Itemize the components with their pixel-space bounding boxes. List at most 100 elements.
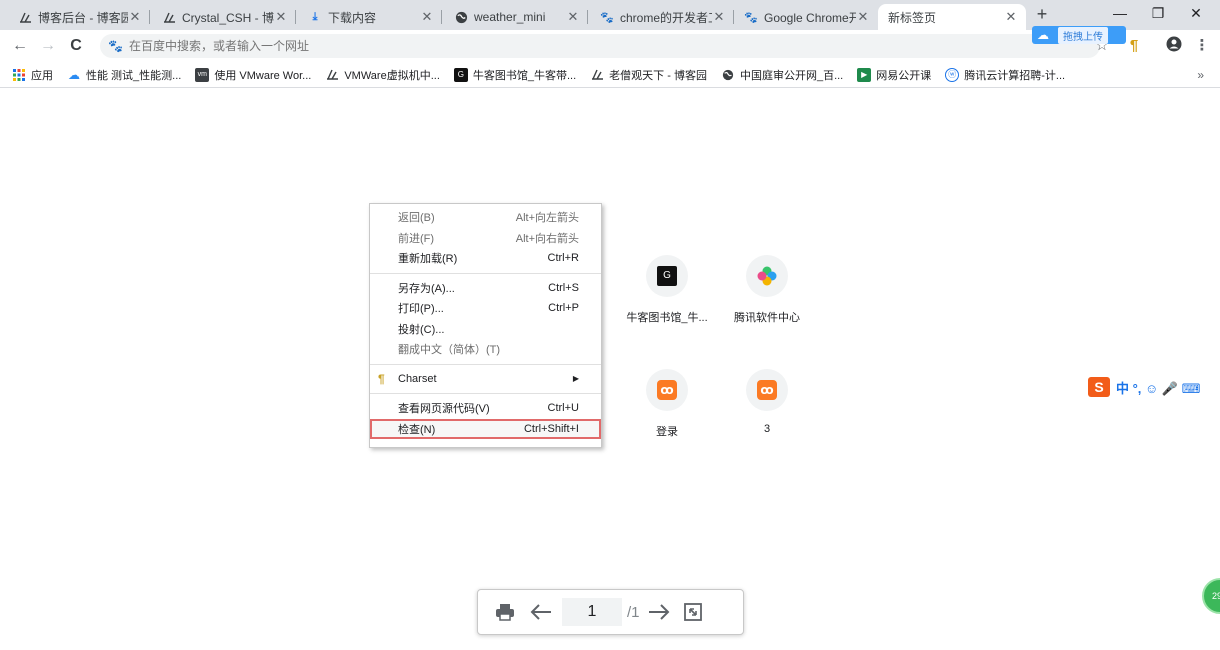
xampp-icon: ꝏ <box>646 369 688 411</box>
shortcut-tile-login[interactable]: ꝏ 登录 <box>622 369 712 439</box>
tab-crystal-csh[interactable]: Crystal_CSH - 博客 ✕ <box>152 4 296 30</box>
close-icon[interactable]: ✕ <box>856 9 870 25</box>
menu-item-shortcut: Ctrl+U <box>547 402 579 415</box>
close-icon[interactable]: ✕ <box>274 9 288 25</box>
cloud-icon: ☁ <box>68 67 80 82</box>
tab-divider <box>295 10 296 24</box>
sogou-logo-icon: S <box>1088 377 1110 397</box>
bookmark-label: 应用 <box>31 69 53 82</box>
menu-item-cast[interactable]: 投射(C)... <box>370 319 601 340</box>
menu-item-reload[interactable]: 重新加载(R) Ctrl+R <box>370 248 601 269</box>
bookmark-label: 网易公开课 <box>876 69 932 82</box>
close-icon[interactable]: ✕ <box>712 9 726 25</box>
bookmarks-bar: 应用 ☁ 性能 测试_性能测... vm 使用 VMware Wor... VM… <box>0 62 1220 88</box>
tencent-software-icon <box>746 255 788 297</box>
next-page-icon[interactable] <box>644 597 674 627</box>
bookmark-nowcoder[interactable]: G 牛客图书馆_牛客带... <box>453 67 577 83</box>
menu-item-shortcut: Alt+向右箭头 <box>515 232 579 245</box>
tab-google-chrome[interactable]: 🐾 Google Chrome开 ✕ <box>734 4 878 30</box>
more-menu-icon[interactable]: ⋮ <box>1192 36 1212 56</box>
previous-page-icon[interactable] <box>526 597 556 627</box>
bookmark-vmware[interactable]: vm 使用 VMware Wor... <box>195 67 311 83</box>
tab-divider <box>441 10 442 24</box>
play-icon: ▶ <box>857 67 872 82</box>
bookmark-label: 中国庭审公开网_百... <box>739 69 844 82</box>
bookmark-tencent-cloud[interactable]: ⓦ 腾讯云计算招聘-计... <box>945 67 1065 83</box>
bookmark-label: VMWare虚拟机中... <box>344 69 440 82</box>
menu-item-label: 翻成中文（简体）(T) <box>398 344 501 357</box>
cnblogs-icon <box>162 10 176 24</box>
close-icon[interactable]: ✕ <box>1004 9 1018 25</box>
tab-title: Google Chrome开 <box>764 10 856 25</box>
restore-button[interactable]: ❐ <box>1140 2 1176 26</box>
bookmark-vmware-vm[interactable]: VMWare虚拟机中... <box>325 67 440 83</box>
vm-icon: vm <box>195 67 210 82</box>
bookmark-label: 牛客图书馆_牛客带... <box>472 69 577 82</box>
bookmark-court[interactable]: 中国庭审公开网_百... <box>721 67 843 83</box>
menu-item-back[interactable]: 返回(B) Alt+向左箭头 <box>370 207 601 228</box>
tab-blog-admin[interactable]: 博客后台 - 博客园 ✕ <box>8 4 150 30</box>
bookmark-apps[interactable]: 应用 <box>12 67 53 83</box>
close-icon[interactable]: ✕ <box>420 9 434 25</box>
back-button[interactable]: ← <box>10 36 30 56</box>
charset-pilcrow-icon: ¶ <box>378 371 385 386</box>
nowcoder-icon: G <box>646 255 688 297</box>
tab-weather-mini[interactable]: weather_mini ✕ <box>444 4 588 30</box>
profile-avatar-icon[interactable] <box>1164 36 1184 56</box>
shortcut-tile-tencent-software[interactable]: 腾讯软件中心 <box>722 255 812 325</box>
bookmark-laoseng[interactable]: 老僧观天下 - 博客园 <box>590 67 707 83</box>
bookmark-perf-test[interactable]: ☁ 性能 测试_性能测... <box>67 67 181 83</box>
menu-item-print[interactable]: 打印(P)... Ctrl+P <box>370 298 601 319</box>
baidu-netdisk-upload-badge[interactable]: ☁ 拖拽上传 <box>1032 26 1126 44</box>
bookmark-label: 性能 测试_性能测... <box>86 69 182 82</box>
menu-item-view-source[interactable]: 查看网页源代码(V) Ctrl+U <box>370 398 601 419</box>
reload-button[interactable]: C <box>66 36 86 56</box>
page-number-input[interactable] <box>562 598 622 626</box>
bookmark-label: 使用 VMware Wor... <box>214 69 312 82</box>
print-icon[interactable] <box>490 597 520 627</box>
menu-item-label: 查看网页源代码(V) <box>398 403 490 416</box>
bookmark-163-open[interactable]: ▶ 网易公开课 <box>857 67 931 83</box>
menu-item-label: 另存为(A)... <box>398 282 455 295</box>
address-input[interactable] <box>129 39 729 53</box>
omnibox[interactable]: 🐾 <box>100 34 1100 58</box>
forward-button[interactable]: → <box>38 36 58 56</box>
bookmark-label: 老僧观天下 - 博客园 <box>609 69 707 82</box>
menu-item-charset[interactable]: ¶ Charset ▶ <box>370 369 601 390</box>
minimize-button[interactable]: — <box>1102 2 1138 26</box>
menu-item-shortcut: Ctrl+R <box>547 252 579 265</box>
ime-toolbar[interactable]: S 中 °, ☺ 🎤 ⌨ <box>1088 376 1220 398</box>
cnblogs-icon <box>325 68 339 82</box>
menu-item-shortcut: Ctrl+S <box>548 281 579 294</box>
close-icon[interactable]: ✕ <box>128 9 142 25</box>
tile-label: 3 <box>763 423 771 435</box>
menu-divider <box>370 363 601 365</box>
shortcut-tile-3[interactable]: ꝏ 3 <box>722 369 812 435</box>
tab-title: 博客后台 - 博客园 <box>38 10 128 25</box>
menu-divider <box>370 393 601 394</box>
menu-item-inspect[interactable]: 检查(N) Ctrl+Shift+I <box>370 418 601 439</box>
fit-to-page-icon[interactable] <box>678 597 708 627</box>
tab-chrome-devtools[interactable]: 🐾 chrome的开发者工 ✕ <box>590 4 734 30</box>
cloud-icon: ☁ <box>1037 28 1049 42</box>
charset-extension-icon[interactable]: ¶ <box>1124 36 1144 56</box>
menu-item-label: 返回(B) <box>398 212 435 225</box>
cnblogs-icon <box>18 10 32 24</box>
menu-item-label: 投射(C)... <box>398 323 445 336</box>
tab-new-tab[interactable]: 新标签页 ✕ <box>878 4 1026 30</box>
chevron-double-right-icon[interactable]: » <box>1197 68 1204 82</box>
close-icon[interactable]: ✕ <box>566 9 580 25</box>
menu-divider <box>370 272 601 274</box>
cnblogs-icon <box>590 68 604 82</box>
tile-label: 登录 <box>656 426 678 438</box>
close-window-button[interactable]: ✕ <box>1178 2 1214 26</box>
new-tab-button[interactable]: + <box>1032 4 1052 26</box>
menu-item-save-as[interactable]: 另存为(A)... Ctrl+S <box>370 278 601 299</box>
shortcut-tile-nowcoder[interactable]: G 牛客图书馆_牛... <box>622 255 712 325</box>
menu-item-translate[interactable]: 翻成中文（简体）(T) <box>370 339 601 360</box>
new-tab-page: G 牛客图书馆_牛... 腾讯软件中心 ꝏ 登录 ꝏ 3 <box>0 88 1220 650</box>
baidu-paw-icon: 🐾 <box>744 11 758 24</box>
upload-label: 拖拽上传 <box>1058 26 1108 44</box>
menu-item-forward[interactable]: 前进(F) Alt+向右箭头 <box>370 228 601 249</box>
tab-downloads[interactable]: ⤓ 下载内容 ✕ <box>298 4 442 30</box>
